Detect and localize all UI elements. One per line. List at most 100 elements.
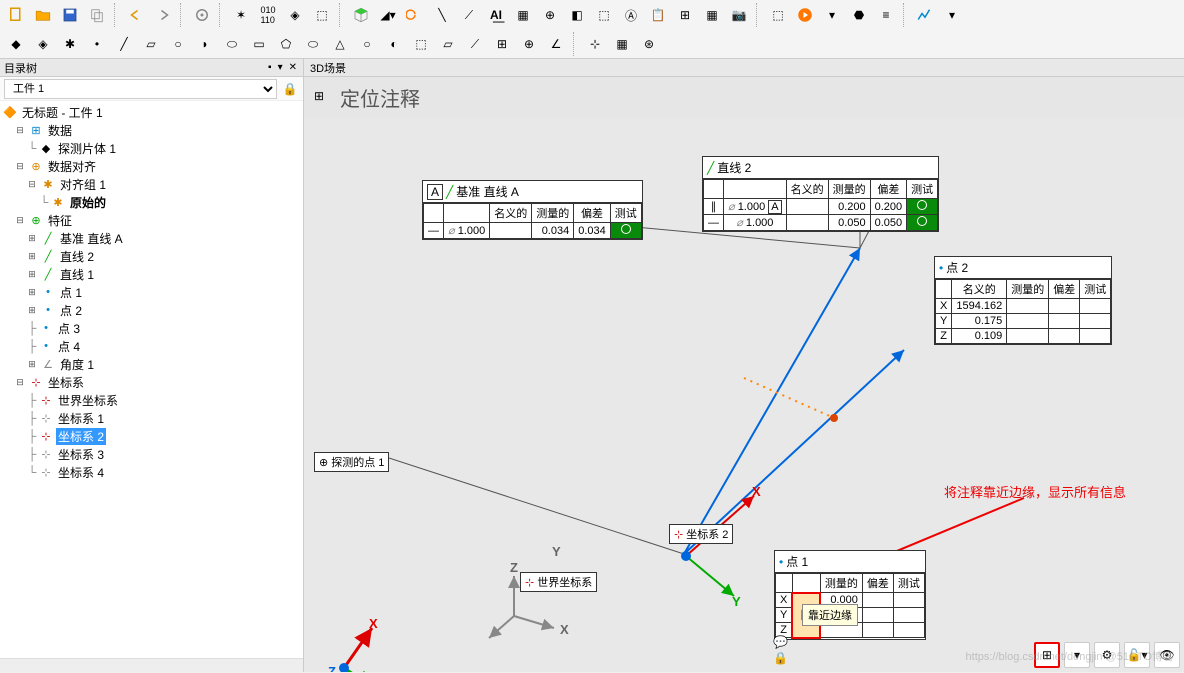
callout-point-1[interactable]: •点 1 测量的偏差测试 X⊞0.000 Y Z 💬 🔒 <box>774 550 926 640</box>
tree-point4[interactable]: ├•点 4 <box>2 337 301 355</box>
label-csys-2[interactable]: ⊹坐标系 2 <box>669 524 733 544</box>
sphere-icon[interactable]: ○ <box>355 32 379 56</box>
camera-icon[interactable]: 📷 <box>727 3 751 27</box>
dropdown-icon[interactable]: ▾ <box>276 62 285 73</box>
tree-datum-line-a[interactable]: ⊞╱基准 直线 A <box>2 229 301 247</box>
tree-features[interactable]: ⊟⊕特征 <box>2 211 301 229</box>
unlock-icon[interactable]: 🔓▾ <box>1124 642 1150 668</box>
tool-icon[interactable]: ⊛ <box>637 32 661 56</box>
tool-icon[interactable]: ⟋ <box>457 3 481 27</box>
workpiece-select[interactable]: 工件 1 <box>4 79 277 99</box>
gear-icon[interactable]: ⚙ <box>1094 642 1120 668</box>
tool-icon[interactable]: ╲ <box>430 3 454 27</box>
text-icon[interactable]: A͟I <box>484 3 508 27</box>
callout-line-2[interactable]: ╱直线 2 名义的测量的偏差测试 ∥⌀ 1.000 A0.2000.200 —⌀… <box>702 156 939 232</box>
clipboard-icon[interactable]: 📋 <box>646 3 670 27</box>
near-edge-button[interactable]: ⊞ <box>1034 642 1060 668</box>
compass-icon[interactable]: Ⓐ <box>619 3 643 27</box>
tree-original[interactable]: └✱原始的 <box>2 193 301 211</box>
tool-icon[interactable]: ▦ <box>610 32 634 56</box>
table-icon[interactable]: ▦ <box>700 3 724 27</box>
tree-align-group[interactable]: ⊟✱对齐组 1 <box>2 175 301 193</box>
redo-icon[interactable] <box>151 3 175 27</box>
tree-line2[interactable]: ⊞╱直线 2 <box>2 247 301 265</box>
play-icon[interactable] <box>793 3 817 27</box>
arc-icon[interactable]: ◗ <box>193 32 217 56</box>
tree-probeset[interactable]: └◆探测片体 1 <box>2 139 301 157</box>
tree-csys4[interactable]: └⊹坐标系 4 <box>2 463 301 481</box>
dropdown-icon[interactable]: ▾ <box>940 3 964 27</box>
undo-icon[interactable] <box>124 3 148 27</box>
shape-icon[interactable]: ⊞ <box>490 32 514 56</box>
csys-icon[interactable]: ⊹ <box>583 32 607 56</box>
angle-icon[interactable]: ∠ <box>544 32 568 56</box>
cube-icon[interactable] <box>349 3 373 27</box>
chart-icon[interactable] <box>913 3 937 27</box>
new-icon[interactable] <box>4 3 28 27</box>
open-icon[interactable] <box>31 3 55 27</box>
pin-icon[interactable]: ▪ <box>266 62 274 73</box>
tool-icon[interactable]: ⊕ <box>538 3 562 27</box>
spiral-icon[interactable] <box>403 3 427 27</box>
label-probed-point-1[interactable]: ⊕探测的点 1 <box>314 452 389 472</box>
tool-icon[interactable]: 010110 <box>256 3 280 27</box>
directory-tree[interactable]: 🔶无标题 - 工件 1 ⊟⊞数据 └◆探测片体 1 ⊟⊕数据对齐 ⊟✱对齐组 1… <box>0 101 303 658</box>
shape-icon[interactable]: ✱ <box>58 32 82 56</box>
list-icon[interactable]: ≡ <box>874 3 898 27</box>
tool-icon[interactable]: ✶ <box>229 3 253 27</box>
label-world-csys[interactable]: ⊹世界坐标系 <box>520 572 597 592</box>
tree-data[interactable]: ⊟⊞数据 <box>2 121 301 139</box>
point-icon[interactable]: • <box>85 32 109 56</box>
tool-icon[interactable]: ⬚ <box>310 3 334 27</box>
tree-world-csys[interactable]: ├⊹世界坐标系 <box>2 391 301 409</box>
tree-angle1[interactable]: ⊞∠角度 1 <box>2 355 301 373</box>
3d-viewport[interactable]: A╱基准 直线 A 名义的测量的偏差测试 —⌀ 1.0000.0340.034 … <box>304 118 1184 672</box>
tree-point1[interactable]: ⊞•点 1 <box>2 283 301 301</box>
callout-point-2[interactable]: •点 2 名义的测量的偏差测试 X1594.162 Y0.175 Z0.109 <box>934 256 1112 345</box>
line-icon[interactable]: ╱ <box>112 32 136 56</box>
tree-line1[interactable]: ⊞╱直线 1 <box>2 265 301 283</box>
slot-icon[interactable]: ▭ <box>247 32 271 56</box>
lock-icon[interactable]: 🔒 <box>281 80 299 98</box>
tree-root[interactable]: 🔶无标题 - 工件 1 <box>2 103 301 121</box>
ellipse-icon[interactable]: ⬭ <box>220 32 244 56</box>
cone-icon[interactable]: △ <box>328 32 352 56</box>
add-icon[interactable]: ⊞ <box>673 3 697 27</box>
copy-icon[interactable] <box>85 3 109 27</box>
dropdown-icon[interactable]: ▾ <box>1064 642 1090 668</box>
tool-icon[interactable]: ◧ <box>565 3 589 27</box>
stop-icon[interactable]: ⬣ <box>847 3 871 27</box>
dropdown-icon[interactable]: ▾ <box>820 3 844 27</box>
tool-icon[interactable]: ◈ <box>283 3 307 27</box>
shape-icon[interactable]: ⬚ <box>409 32 433 56</box>
shape-icon[interactable]: ⟋ <box>463 32 487 56</box>
save-icon[interactable] <box>58 3 82 27</box>
tool-icon[interactable]: ⬚ <box>592 3 616 27</box>
close-icon[interactable]: ✕ <box>287 62 299 73</box>
tool-icon[interactable]: ◢▾ <box>376 3 400 27</box>
shape-icon[interactable]: ◆ <box>4 32 28 56</box>
toolbar-separator <box>219 3 224 27</box>
tree-csys2[interactable]: ├⊹坐标系 2 <box>2 427 301 445</box>
settings-icon[interactable] <box>190 3 214 27</box>
tree-csys[interactable]: ⊟⊹坐标系 <box>2 373 301 391</box>
shape-icon[interactable]: ⊕ <box>517 32 541 56</box>
shape-icon[interactable]: ▱ <box>436 32 460 56</box>
circle-icon[interactable]: ○ <box>166 32 190 56</box>
tree-align[interactable]: ⊟⊕数据对齐 <box>2 157 301 175</box>
tree-csys3[interactable]: ├⊹坐标系 3 <box>2 445 301 463</box>
shape-icon[interactable]: ◐ <box>382 32 406 56</box>
callout-datum-line-a[interactable]: A╱基准 直线 A 名义的测量的偏差测试 —⌀ 1.0000.0340.034 <box>422 180 643 240</box>
tree-point3[interactable]: ├•点 3 <box>2 319 301 337</box>
calendar-icon[interactable]: ▦ <box>511 3 535 27</box>
shape-icon[interactable]: ◈ <box>31 32 55 56</box>
tool-icon[interactable]: ⬚ <box>766 3 790 27</box>
plane-icon[interactable]: ▱ <box>139 32 163 56</box>
cylinder-icon[interactable]: ⬭ <box>301 32 325 56</box>
eye-icon[interactable]: 👁 <box>1154 642 1180 668</box>
polygon-icon[interactable]: ⬠ <box>274 32 298 56</box>
tree-point2[interactable]: ⊞•点 2 <box>2 301 301 319</box>
scene-tab[interactable]: 3D场景 <box>304 59 1184 77</box>
panel-controls: ▪ ▾ ✕ <box>266 62 299 73</box>
tree-csys1[interactable]: ├⊹坐标系 1 <box>2 409 301 427</box>
